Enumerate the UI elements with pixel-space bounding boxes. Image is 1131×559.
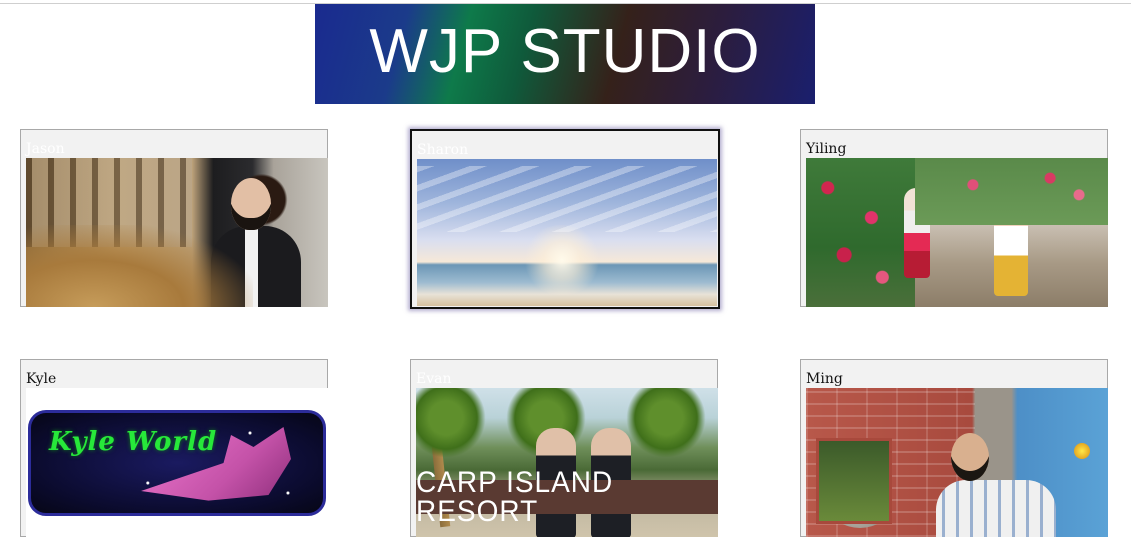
kyle-world-logo: Kyle World <box>49 427 218 457</box>
kyle-world-art: Kyle World <box>28 410 326 516</box>
card-name: Kyle <box>26 371 57 387</box>
studio-banner: WJP STUDIO <box>315 4 815 104</box>
profile-photo <box>806 388 1108 537</box>
card-name: Evan <box>416 371 452 387</box>
profile-card-evan[interactable]: Evan CARP ISLAND RESORT <box>410 359 718 537</box>
profile-card-yiling[interactable]: Yiling <box>800 129 1108 307</box>
profile-photo <box>417 159 717 306</box>
profile-photo <box>26 158 328 307</box>
card-name: Ming <box>806 371 843 387</box>
resort-sign-text: CARP ISLAND RESORT <box>416 465 614 528</box>
card-name: Sharon <box>417 142 469 158</box>
banner-title: WJP STUDIO <box>369 17 761 86</box>
profile-photo: Kyle World <box>26 388 328 537</box>
profile-card-jason[interactable]: Jason <box>20 129 328 307</box>
resort-sign: CARP ISLAND RESORT <box>416 467 718 526</box>
profile-photo: CARP ISLAND RESORT <box>416 388 718 537</box>
profile-photo <box>806 158 1108 307</box>
card-name: Jason <box>26 141 65 157</box>
card-name: Yiling <box>806 141 847 157</box>
profile-card-sharon[interactable]: Sharon <box>410 129 720 309</box>
profile-card-ming[interactable]: Ming <box>800 359 1108 537</box>
profile-card-kyle[interactable]: Kyle Kyle World <box>20 359 328 537</box>
